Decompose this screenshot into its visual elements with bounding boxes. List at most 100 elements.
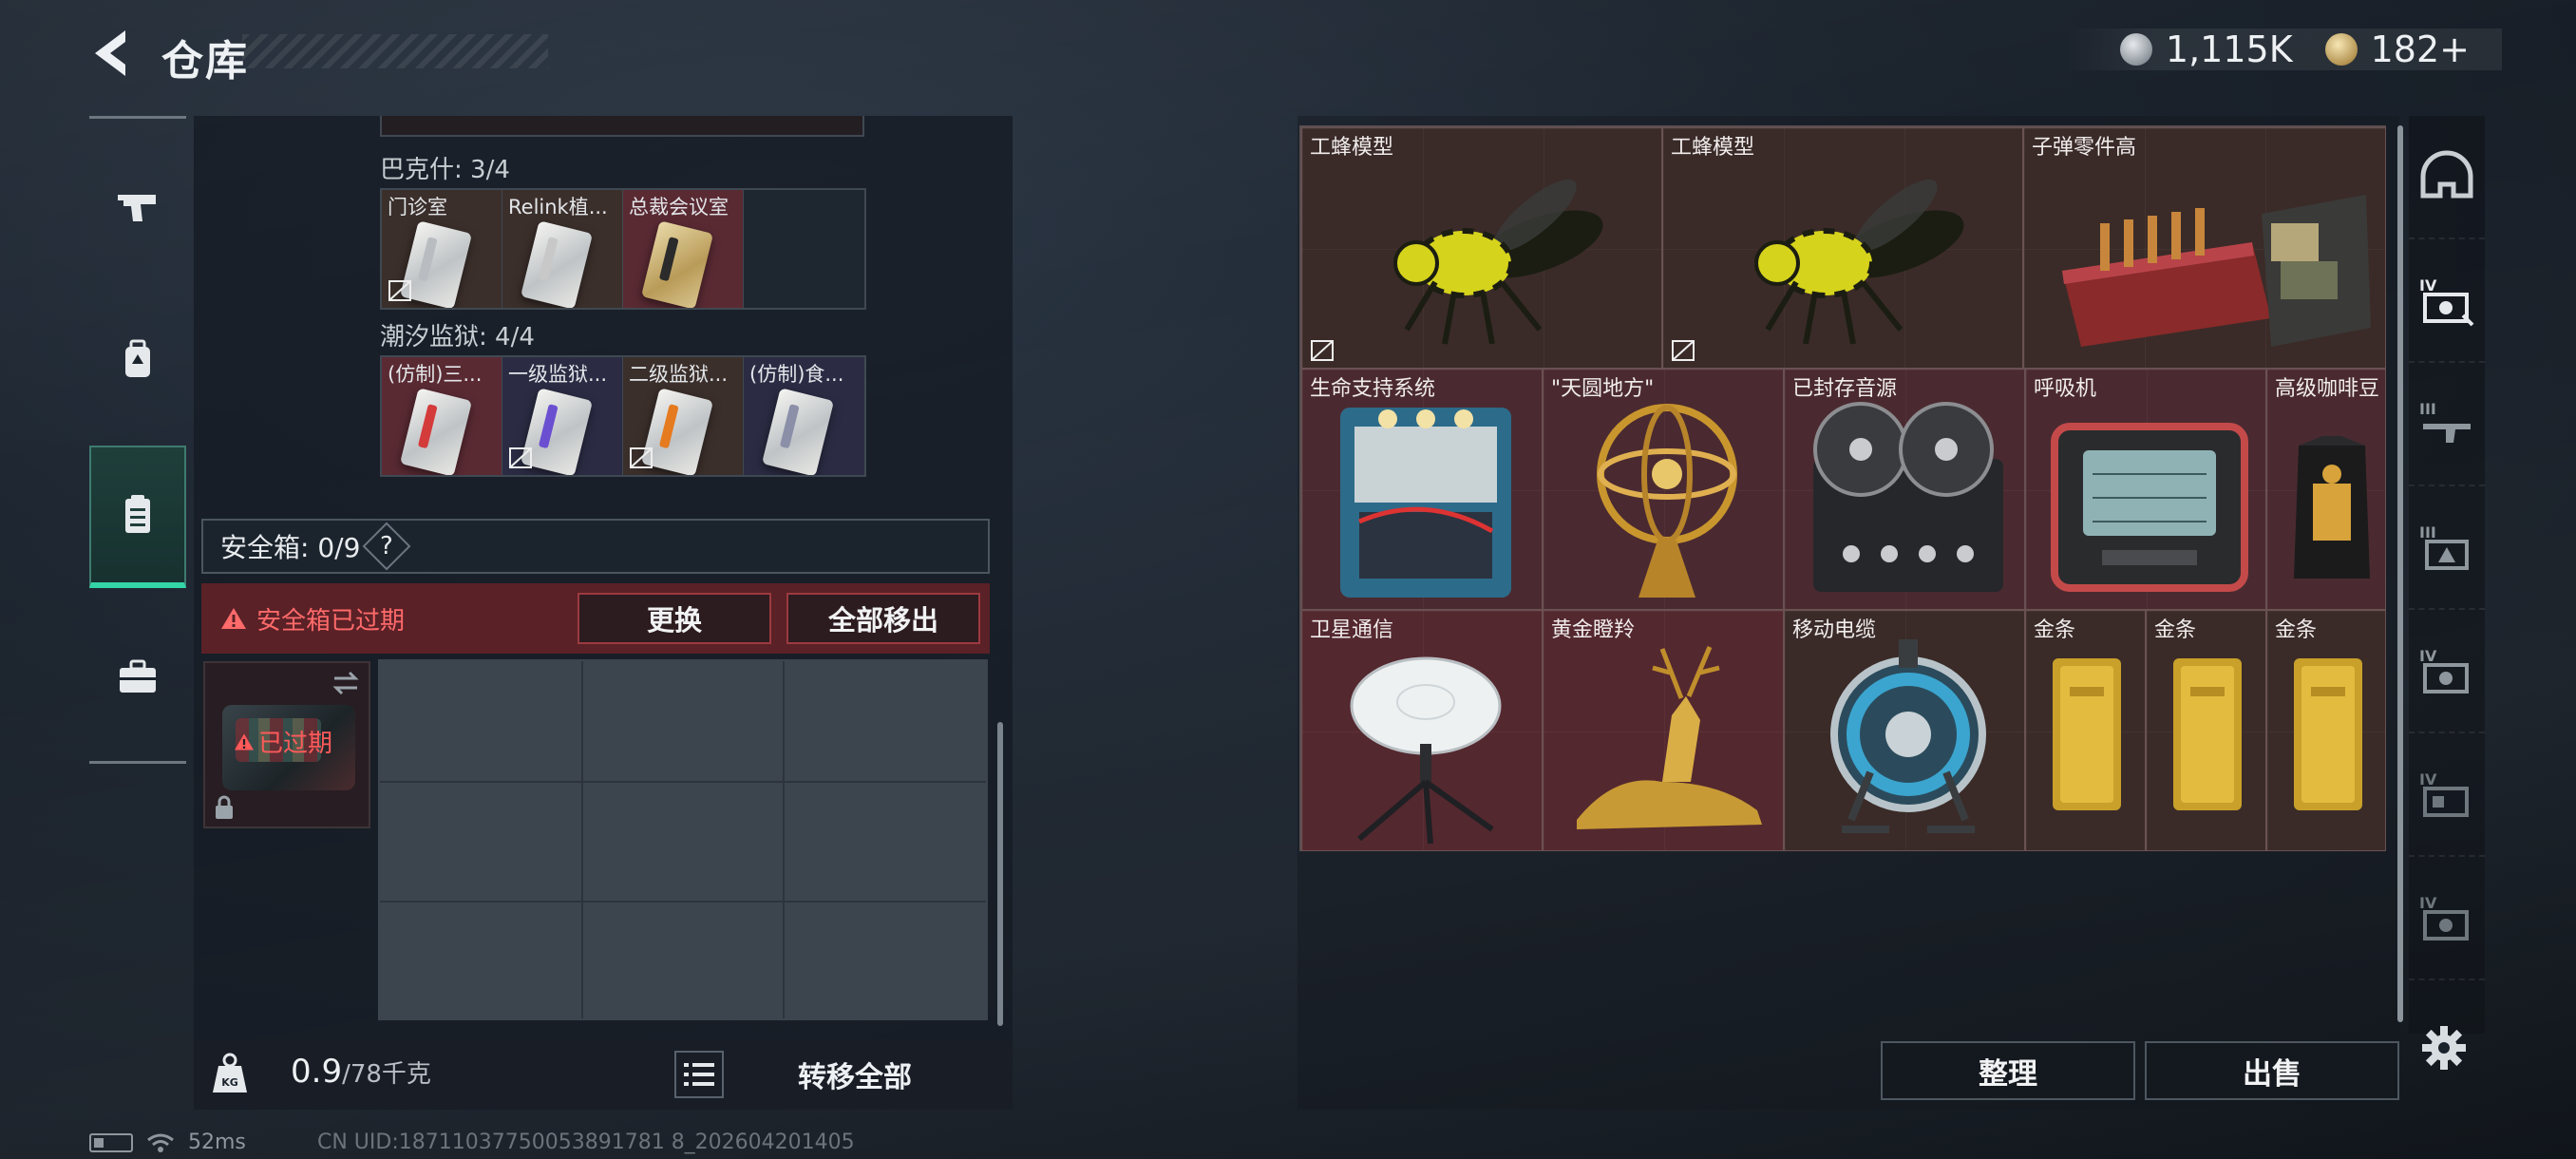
filter-armor-iv-3[interactable]: IV bbox=[2409, 857, 2485, 980]
keycard-image bbox=[520, 220, 594, 308]
key-slot[interactable]: (仿制)食... bbox=[744, 357, 864, 475]
stash-scrollbar[interactable] bbox=[2397, 125, 2403, 1022]
filter-rig-iv[interactable]: IV bbox=[2409, 733, 2485, 857]
filter-backpack-iii[interactable]: III bbox=[2409, 486, 2485, 610]
title-decoration bbox=[242, 34, 548, 68]
sort-button[interactable]: 整理 bbox=[1881, 1041, 2135, 1100]
stash-item[interactable]: 高级咖啡豆 bbox=[2266, 369, 2386, 610]
gold-amount[interactable]: 182+ bbox=[2371, 28, 2470, 70]
armor-iv-icon: IV bbox=[2419, 276, 2474, 327]
wifi-icon bbox=[147, 1133, 174, 1152]
stash-item[interactable]: 子弹零件高 bbox=[2023, 127, 2386, 369]
left-nav bbox=[89, 116, 186, 764]
satellite-communication-image bbox=[1350, 656, 1502, 845]
stash-item[interactable]: 金条 bbox=[2025, 610, 2146, 851]
safebox-grid bbox=[378, 659, 988, 1020]
key-slot[interactable]: Relink植... bbox=[502, 190, 623, 308]
item-name: 生命支持系统 bbox=[1310, 377, 1436, 401]
list-view-button[interactable] bbox=[674, 1051, 724, 1098]
bound-icon bbox=[388, 280, 411, 301]
stash-item[interactable]: 呼吸机 bbox=[2025, 369, 2266, 610]
currency-display: 1,115K 182+ bbox=[2064, 28, 2502, 70]
back-arrow-icon[interactable] bbox=[87, 27, 135, 80]
stash-item[interactable]: 生命支持系统 bbox=[1301, 369, 1543, 610]
safebox-case-slot[interactable]: 已过期 bbox=[203, 661, 370, 828]
swap-icon[interactable] bbox=[331, 669, 361, 697]
key-name: 总裁会议室 bbox=[629, 196, 729, 218]
item-name: "天圆地方" bbox=[1551, 377, 1655, 401]
safebox-expired-bar: 安全箱已过期 更换 全部移出 bbox=[201, 583, 990, 654]
rifle-iii-icon: III bbox=[2419, 400, 2471, 443]
item-name: 工蜂模型 bbox=[1671, 136, 1755, 160]
sell-button[interactable]: 出售 bbox=[2145, 1041, 2399, 1100]
bound-icon bbox=[630, 447, 653, 468]
ping-readout: 52ms bbox=[188, 1130, 246, 1154]
bound-icon bbox=[1672, 340, 1695, 361]
nav-equipment[interactable] bbox=[89, 288, 186, 430]
item-name: 呼吸机 bbox=[2034, 377, 2097, 401]
svg-text:KG: KG bbox=[221, 1076, 238, 1089]
item-name: 金条 bbox=[2275, 618, 2318, 642]
keycard-image bbox=[399, 388, 473, 475]
gold-bar-image bbox=[2053, 658, 2121, 810]
svg-text:IV: IV bbox=[2419, 276, 2437, 294]
gold-bar-image bbox=[2294, 658, 2362, 810]
stash-item[interactable]: 已封存音源 bbox=[1784, 369, 2025, 610]
key-name: (仿制)三... bbox=[388, 363, 483, 386]
nav-weapons[interactable] bbox=[89, 136, 186, 278]
key-slot[interactable]: 二级监狱... bbox=[623, 357, 744, 475]
key-slot-empty[interactable] bbox=[744, 190, 864, 308]
golden-gazelle-image bbox=[1577, 646, 1762, 829]
help-icon[interactable]: ? bbox=[362, 522, 411, 571]
item-name: 工蜂模型 bbox=[1310, 136, 1394, 160]
page-title: 仓库 bbox=[161, 37, 249, 86]
svg-text:IV: IV bbox=[2419, 894, 2437, 912]
key-name: 一级监狱... bbox=[508, 363, 608, 386]
case-expired-badge: 已过期 bbox=[234, 724, 332, 759]
item-name: 黄金瞪羚 bbox=[1551, 618, 1636, 642]
user-uid: CN UID:18711037750053891781 8_2026042014… bbox=[317, 1130, 855, 1154]
keycard-image bbox=[761, 388, 835, 475]
silver-coin-icon bbox=[2119, 33, 2152, 66]
scrollbar[interactable] bbox=[997, 722, 1003, 1026]
stash-item[interactable]: 黄金瞪羚 bbox=[1543, 610, 1784, 851]
filter-armor-iv-2[interactable]: IV bbox=[2409, 610, 2485, 733]
silver-amount: 1,115K bbox=[2165, 28, 2293, 70]
stash-item[interactable]: 工蜂模型 bbox=[1301, 127, 1662, 369]
key-group-title: 巴克什: 3/4 bbox=[380, 156, 510, 184]
nav-cases[interactable] bbox=[89, 605, 186, 748]
filter-rifle-iii[interactable]: III bbox=[2409, 363, 2485, 486]
battery-icon bbox=[89, 1132, 133, 1152]
move-all-out-button[interactable]: 全部移出 bbox=[786, 593, 980, 644]
nav-keys[interactable] bbox=[89, 446, 186, 588]
key-slot[interactable]: 一级监狱... bbox=[502, 357, 623, 475]
backpack-icon bbox=[125, 339, 150, 377]
stash-item[interactable]: "天圆地方" bbox=[1543, 369, 1784, 610]
key-slot[interactable]: (仿制)三... bbox=[382, 357, 502, 475]
item-name: 卫星通信 bbox=[1310, 618, 1394, 642]
filter-helmet[interactable] bbox=[2409, 116, 2485, 239]
premium-coffee-beans-image bbox=[2294, 436, 2370, 579]
list-icon bbox=[684, 1063, 714, 1086]
transfer-all-button[interactable]: 转移全部 bbox=[735, 1047, 975, 1102]
weight-icon: KG bbox=[213, 1053, 247, 1092]
status-bar: 52ms bbox=[89, 1130, 246, 1154]
item-name: 已封存音源 bbox=[1792, 377, 1898, 401]
weight-readout: 0.9/78千克 bbox=[291, 1053, 431, 1091]
stash-item[interactable]: 金条 bbox=[2266, 610, 2386, 851]
item-name: 移动电缆 bbox=[1792, 618, 1877, 642]
item-name: 高级咖啡豆 bbox=[2275, 377, 2380, 401]
key-slot[interactable]: 总裁会议室 bbox=[623, 190, 744, 308]
gear-icon[interactable] bbox=[2420, 1024, 2468, 1072]
stash-item[interactable]: 卫星通信 bbox=[1301, 610, 1543, 851]
item-name: 子弹零件高 bbox=[2032, 136, 2137, 160]
key-slot[interactable]: 门诊室 bbox=[382, 190, 502, 308]
bound-icon bbox=[509, 447, 532, 468]
stash-item[interactable]: 工蜂模型 bbox=[1662, 127, 2023, 369]
replace-button[interactable]: 更换 bbox=[578, 593, 771, 644]
stash-item[interactable]: 金条 bbox=[2146, 610, 2266, 851]
key-group-grid: (仿制)三... 一级监狱... 二级监狱... (仿制)食... bbox=[380, 355, 866, 477]
filter-armor-iv[interactable]: IV bbox=[2409, 239, 2485, 363]
wasp-model-image bbox=[1393, 180, 1603, 345]
stash-item[interactable]: 移动电缆 bbox=[1784, 610, 2025, 851]
